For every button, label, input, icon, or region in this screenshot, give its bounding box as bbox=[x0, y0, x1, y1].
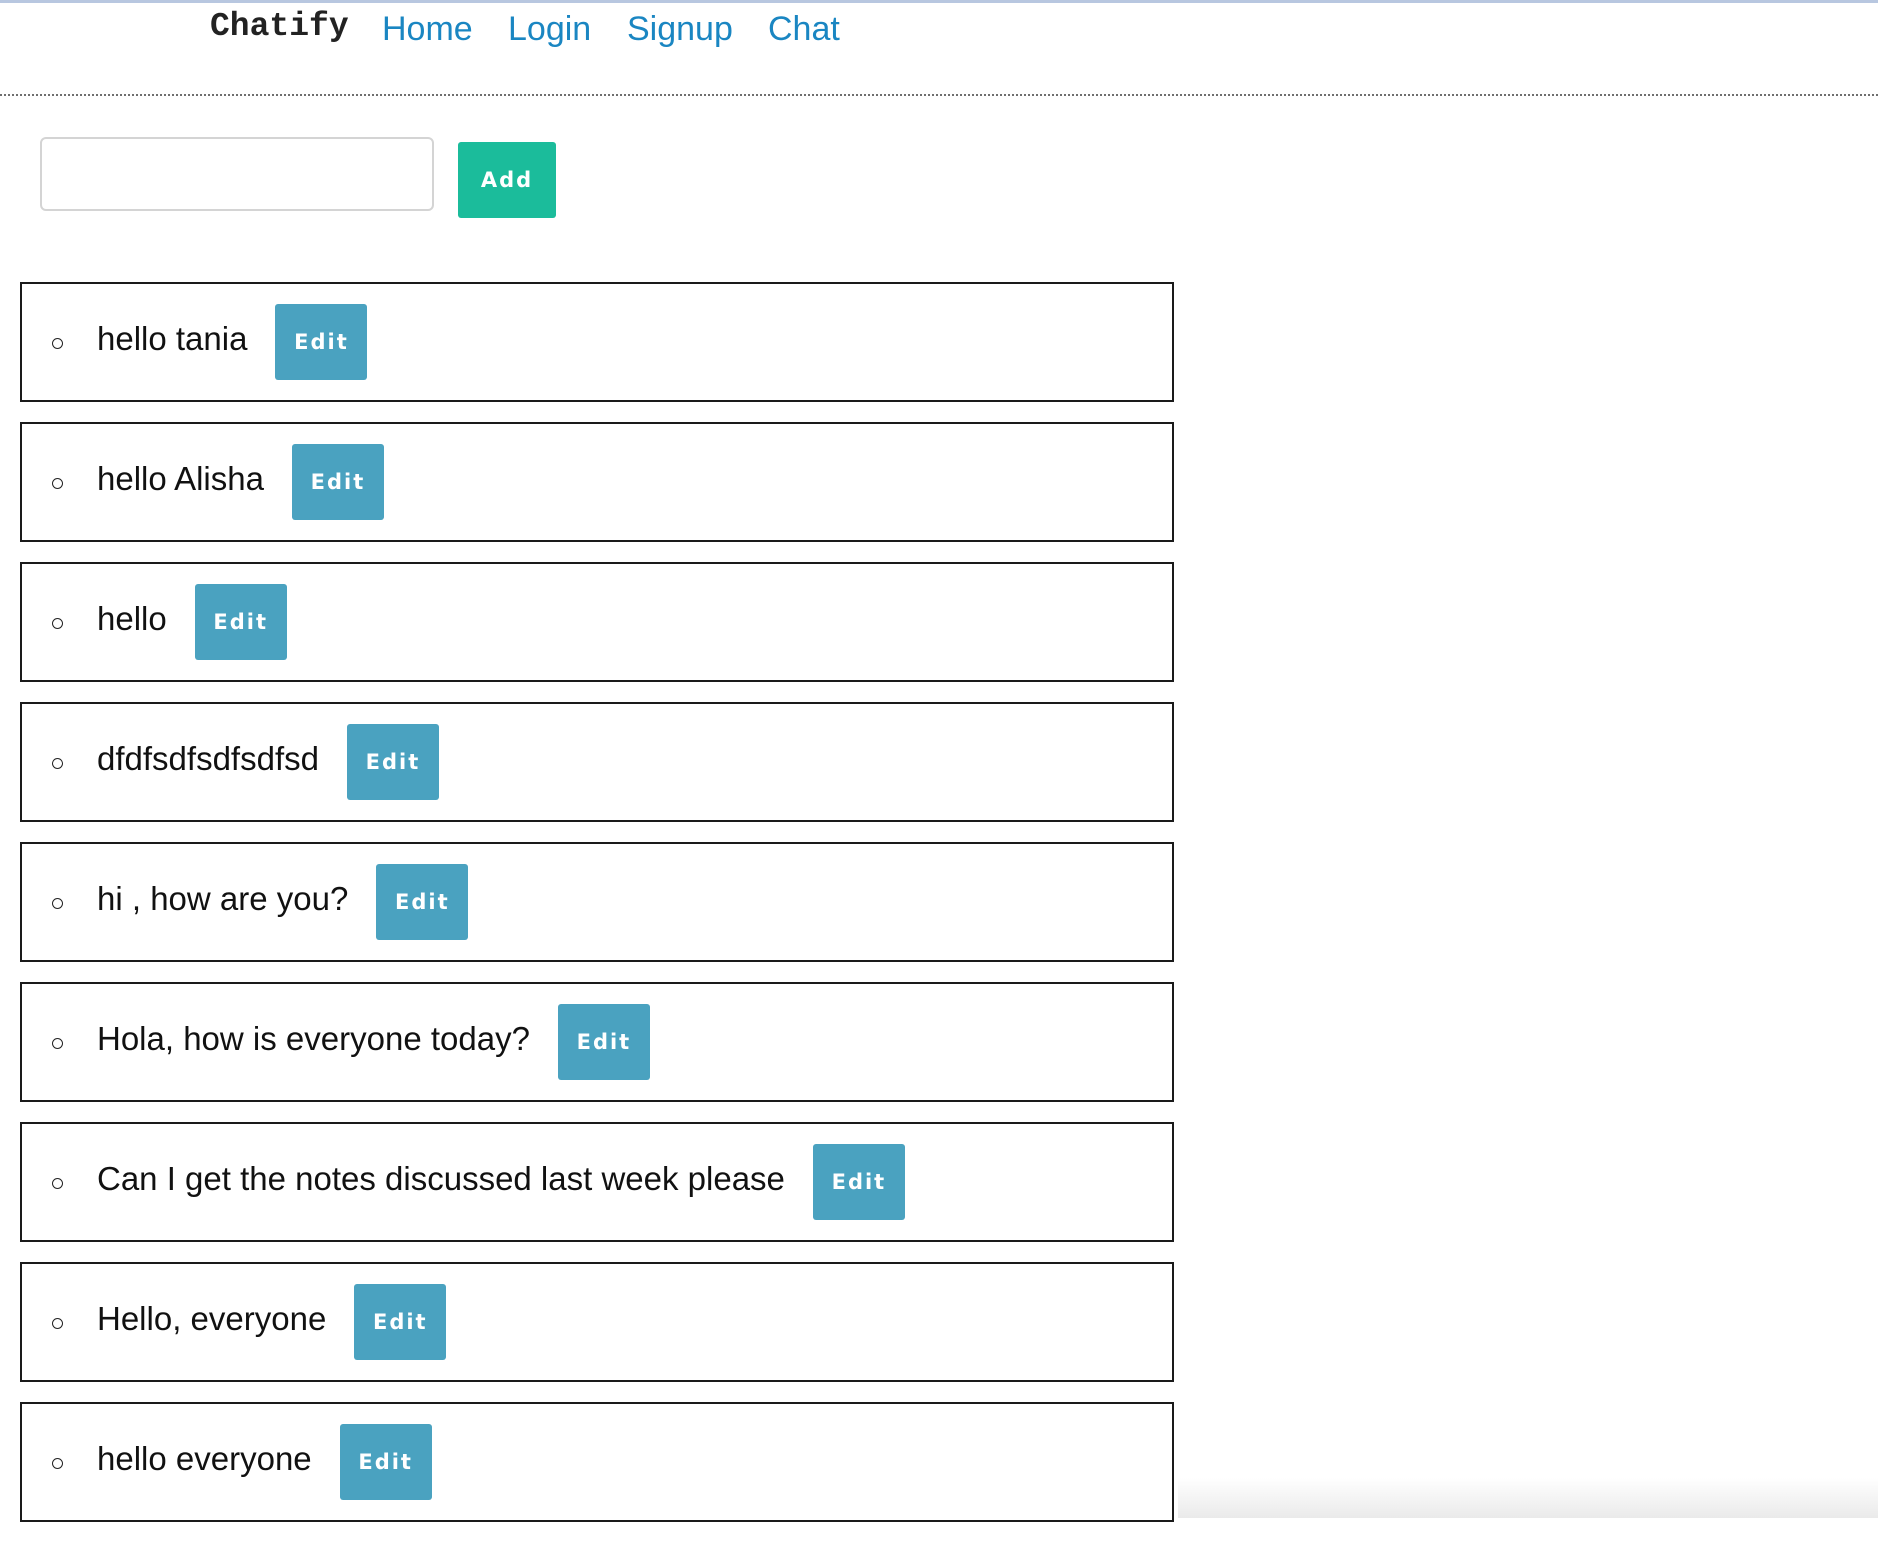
nav-link-signup[interactable]: Signup bbox=[627, 10, 733, 49]
message-item: hello Alisha Edit bbox=[20, 422, 1174, 542]
bullet-icon bbox=[52, 1458, 63, 1469]
nav-link-home[interactable]: Home bbox=[382, 10, 473, 49]
navbar: Chatify Home Login Signup Chat bbox=[0, 0, 1878, 96]
bullet-icon bbox=[52, 1038, 63, 1049]
edit-button[interactable]: Edit bbox=[558, 1004, 650, 1080]
message-item: hello everyone Edit bbox=[20, 1402, 1174, 1522]
message-text: hello bbox=[97, 600, 167, 638]
edit-button[interactable]: Edit bbox=[354, 1284, 446, 1360]
bullet-icon bbox=[52, 338, 63, 349]
message-text: hello everyone bbox=[97, 1440, 312, 1478]
message-text: hi , how are you? bbox=[97, 880, 348, 918]
bullet-icon bbox=[52, 1318, 63, 1329]
message-text: hello tania bbox=[97, 320, 247, 358]
message-item: hello tania Edit bbox=[20, 282, 1174, 402]
message-item: Hola, how is everyone today? Edit bbox=[20, 982, 1174, 1102]
edit-button[interactable]: Edit bbox=[813, 1144, 905, 1220]
brand-logo[interactable]: Chatify bbox=[210, 8, 349, 45]
window-shadow bbox=[1178, 1478, 1878, 1518]
bullet-icon bbox=[52, 1178, 63, 1189]
message-item: dfdfsdfsdfsdfsd Edit bbox=[20, 702, 1174, 822]
bullet-icon bbox=[52, 758, 63, 769]
message-item: Hello, everyone Edit bbox=[20, 1262, 1174, 1382]
message-text: hello Alisha bbox=[97, 460, 264, 498]
edit-button[interactable]: Edit bbox=[340, 1424, 432, 1500]
message-item: hello Edit bbox=[20, 562, 1174, 682]
message-item: Can I get the notes discussed last week … bbox=[20, 1122, 1174, 1242]
message-text: Can I get the notes discussed last week … bbox=[97, 1160, 785, 1198]
add-button[interactable]: Add bbox=[458, 142, 556, 218]
bullet-icon bbox=[52, 618, 63, 629]
edit-button[interactable]: Edit bbox=[347, 724, 439, 800]
nav-link-chat[interactable]: Chat bbox=[768, 10, 840, 49]
edit-button[interactable]: Edit bbox=[275, 304, 367, 380]
nav-link-login[interactable]: Login bbox=[508, 10, 591, 49]
message-input[interactable] bbox=[40, 137, 434, 211]
message-list: hello tania Edit hello Alisha Edit hello… bbox=[20, 282, 1174, 1542]
bullet-icon bbox=[52, 478, 63, 489]
edit-button[interactable]: Edit bbox=[292, 444, 384, 520]
edit-button[interactable]: Edit bbox=[376, 864, 468, 940]
message-text: dfdfsdfsdfsdfsd bbox=[97, 740, 319, 778]
edit-button[interactable]: Edit bbox=[195, 584, 287, 660]
bullet-icon bbox=[52, 898, 63, 909]
message-item: hi , how are you? Edit bbox=[20, 842, 1174, 962]
message-text: Hola, how is everyone today? bbox=[97, 1020, 530, 1058]
message-text: Hello, everyone bbox=[97, 1300, 326, 1338]
